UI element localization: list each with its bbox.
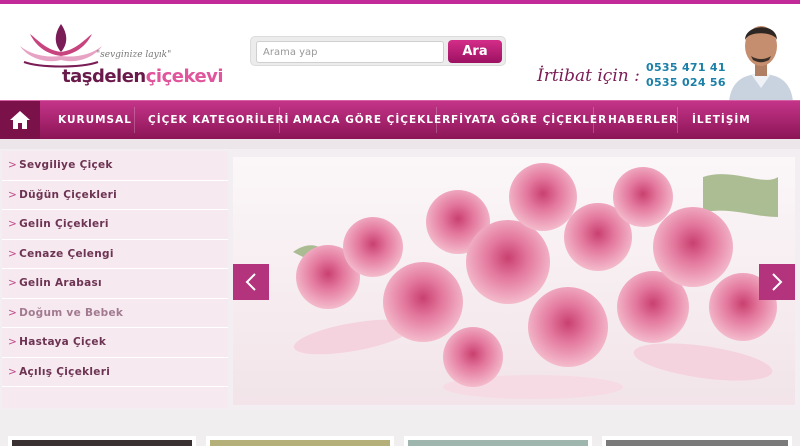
home-icon xyxy=(10,111,30,129)
nav-divider xyxy=(593,107,594,133)
home-button[interactable] xyxy=(0,101,40,139)
chevron-right-icon: > xyxy=(8,247,18,260)
search-input[interactable] xyxy=(256,41,444,63)
search-button[interactable]: Ara xyxy=(448,40,502,63)
nav-shadow-strip xyxy=(0,139,800,149)
chevron-right-icon: > xyxy=(8,159,18,171)
sidebar-item-cenaze-celengi[interactable]: > Cenaze Çelengi xyxy=(2,240,228,269)
chevron-right-icon: > xyxy=(8,218,18,230)
nav-item-iletisim[interactable]: İLETİŞİM xyxy=(692,101,751,139)
chevron-left-icon xyxy=(245,273,256,291)
slider-prev-button[interactable] xyxy=(233,264,269,300)
product-thumbnail[interactable] xyxy=(602,436,792,446)
nav-divider xyxy=(134,107,135,133)
logo-tagline: "sevginize layık" xyxy=(96,50,172,60)
product-thumbnail[interactable] xyxy=(206,436,394,446)
category-sidebar: > Sevgiliye Çiçek > Düğün Çiçekleri > Gelin… xyxy=(2,151,228,408)
product-thumbnail[interactable] xyxy=(8,436,196,446)
nav-item-haberler[interactable]: HABERLER xyxy=(608,101,678,139)
site-logo[interactable]: "sevginize layık" taşdelençiçekevi xyxy=(14,22,224,92)
nav-item-fiyata-gore-cicekler[interactable]: FİYATA GÖRE ÇİÇEKLER xyxy=(451,101,607,139)
product-thumbnail[interactable] xyxy=(404,436,592,446)
nav-item-cicek-kategorileri[interactable]: ÇİÇEK KATEGORİLERİ xyxy=(148,101,289,139)
logo-wordmark-part2: çiçekevi xyxy=(145,66,224,87)
main-navigation: KURUMSAL ÇİÇEK KATEGORİLERİ AMACA GÖRE Ç… xyxy=(0,100,800,139)
slider-next-button[interactable] xyxy=(759,264,795,300)
logo-wordmark-part1: taşdelen xyxy=(62,66,146,87)
sidebar-item-dugun-cicekleri[interactable]: > Düğün Çiçekleri xyxy=(2,181,228,210)
sidebar-item-acilis-cicekleri[interactable]: > Açılış Çiçekleri xyxy=(2,358,228,387)
sidebar-item-label: Gelin Çiçekleri xyxy=(19,218,109,230)
sidebar-item-dogum-ve-bebek[interactable]: > Doğum ve Bebek xyxy=(2,299,228,328)
logo-wordmark: taşdelençiçekevi xyxy=(62,66,224,87)
nav-divider xyxy=(677,107,678,133)
nav-divider xyxy=(436,107,437,133)
chevron-right-icon: > xyxy=(8,306,18,319)
chevron-right-icon: > xyxy=(8,277,18,289)
sidebar-item-sevgiliye-cicek[interactable]: > Sevgiliye Çiçek xyxy=(2,151,228,181)
sidebar-item-label: Açılış Çiçekleri xyxy=(19,365,111,378)
chevron-right-icon xyxy=(772,273,783,291)
sidebar-item-gelin-cicekleri[interactable]: > Gelin Çiçekleri xyxy=(2,210,228,240)
nav-divider xyxy=(279,107,280,133)
chevron-right-icon: > xyxy=(8,336,18,348)
sidebar-item-label: Düğün Çiçekleri xyxy=(19,188,118,201)
sidebar-item-gelin-arabasi[interactable]: > Gelin Arabası xyxy=(2,269,228,299)
search-bar: Ara xyxy=(250,36,506,66)
owner-photo xyxy=(727,10,795,102)
nav-item-kurumsal[interactable]: KURUMSAL xyxy=(58,101,132,139)
hero-slider xyxy=(233,157,795,405)
sidebar-item-label: Sevgiliye Çiçek xyxy=(19,159,113,171)
chevron-right-icon: > xyxy=(8,365,18,378)
sidebar-item-label: Hastaya Çiçek xyxy=(19,336,107,348)
sidebar-item-label: Gelin Arabası xyxy=(19,277,102,289)
sidebar-item-hastaya-cicek[interactable]: > Hastaya Çiçek xyxy=(2,328,228,358)
nav-item-amaca-gore-cicekler[interactable]: AMACA GÖRE ÇİÇEKLER xyxy=(293,101,451,139)
chevron-right-icon: > xyxy=(8,188,18,201)
contact-label: İrtibat için : xyxy=(537,66,640,86)
lotus-logo-icon xyxy=(20,24,102,68)
pink-roses-image xyxy=(233,157,795,405)
site-header: "sevginize layık" taşdelençiçekevi Ara İ… xyxy=(0,4,800,102)
product-thumbnails-strip xyxy=(0,410,800,446)
sidebar-item-label: Cenaze Çelengi xyxy=(19,247,114,260)
sidebar-item-label: Doğum ve Bebek xyxy=(19,306,124,319)
